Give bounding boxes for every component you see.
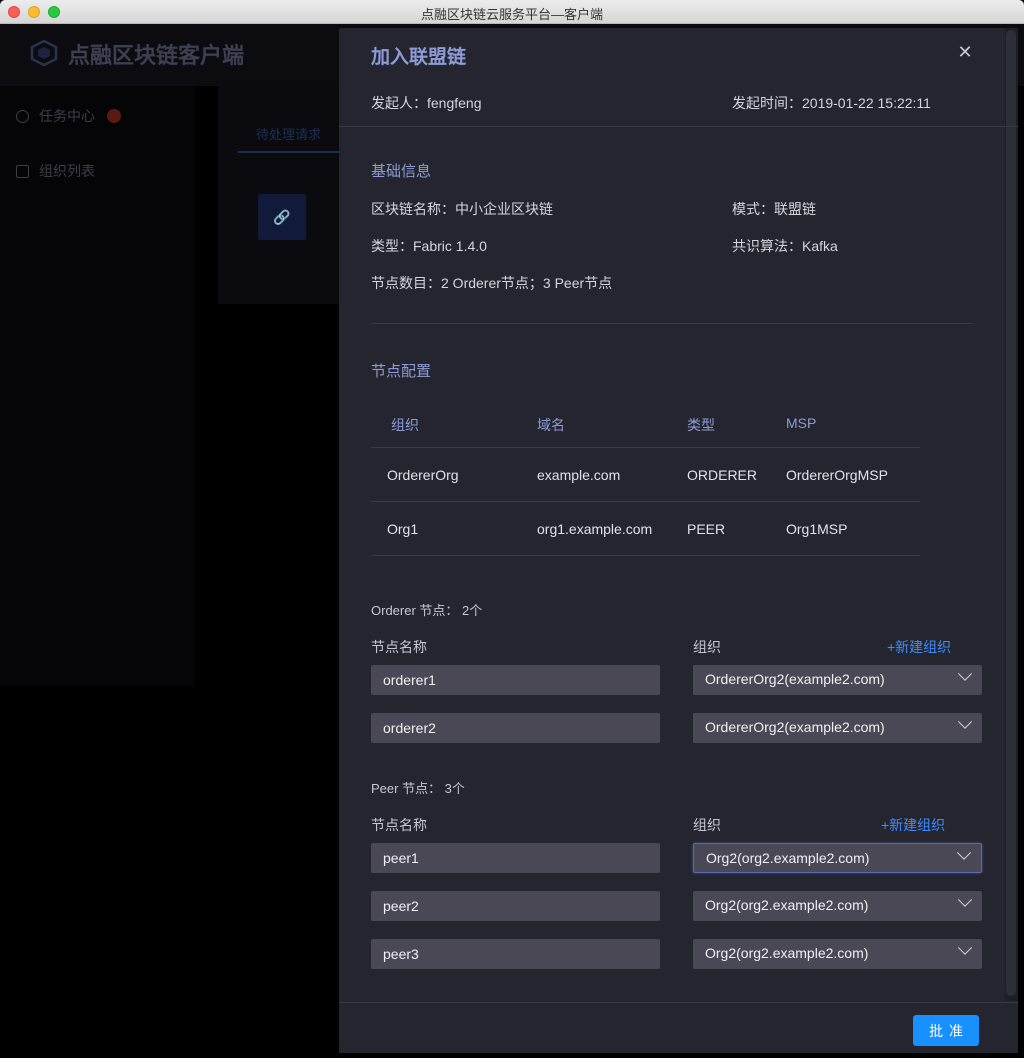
chain-mode: 模式：联盟链 [732,201,816,217]
sidebar-item-orgs[interactable]: 组织列表 [16,161,95,181]
consensus: 共识算法：Kafka [732,238,838,254]
table-cell: Org1MSP [786,521,848,537]
drawer-title: 加入联盟链 [371,47,467,68]
peer1-name-input[interactable]: peer1 [371,843,660,873]
table-cell: OrdererOrgMSP [786,467,888,483]
divider [371,323,972,324]
initiated-time: 发起时间：2019-01-22 15:22:11 [732,95,931,111]
approve-button[interactable]: 批准 [913,1015,979,1046]
orderer2-org-select[interactable]: OrdererOrg2(example2.com) [693,713,982,743]
select-value: Org2(org2.example2.com) [705,897,869,913]
section-basic-info: 基础信息 [371,163,432,180]
chain-type: 类型：Fabric 1.4.0 [371,238,487,254]
column-header: 域名 [537,417,565,433]
sidebar-item-tasks[interactable]: 任务中心 [16,106,121,126]
drawer-footer: 批准 [339,1002,1018,1053]
sidebar-item-label: 任务中心 [39,108,95,124]
chevron-down-icon [957,666,973,681]
logo-icon [30,40,58,66]
tab-pending-requests[interactable]: 待处理请求 [238,124,348,153]
chevron-down-icon [956,845,972,860]
org-table: 组织 域名 类型 MSP OrdererOrg example.com ORDE… [371,396,920,556]
orderer-org-label: 组织 [693,639,721,655]
peer3-name-input[interactable]: peer3 [371,939,660,969]
peer1-org-select[interactable]: Org2(org2.example2.com) [693,843,982,873]
table-cell: example.com [537,467,621,483]
table-cell: PEER [687,521,726,537]
table-header: 组织 域名 类型 MSP [371,396,920,448]
join-consortium-drawer: 加入联盟链 ✕ 发起人：fengfeng 发起时间：2019-01-22 15:… [339,28,1018,1053]
chevron-down-icon [957,892,973,907]
column-header: 组织 [391,417,419,433]
chevron-down-icon [957,714,973,729]
node-count: 节点数目：2 Orderer节点；3 Peer节点 [371,275,613,291]
link-button[interactable]: 🔗 [258,194,306,240]
chain-name: 区块链名称：中小企业区块链 [371,201,553,217]
table-cell: OrdererOrg [387,467,459,483]
peer2-name-input[interactable]: peer2 [371,891,660,921]
add-peer-org-button[interactable]: +新建组织 [881,815,945,835]
app-name: 点融区块链客户端 [68,43,245,68]
table-cell: org1.example.com [537,521,653,537]
list-icon [16,164,29,178]
column-header: MSP [786,415,817,431]
initiator: 发起人：fengfeng [371,95,482,111]
column-header: 类型 [687,417,715,433]
peer-org-label: 组织 [693,817,721,833]
select-value: Org2(org2.example2.com) [706,850,870,866]
peer2-org-select[interactable]: Org2(org2.example2.com) [693,891,982,921]
peer-name-label: 节点名称 [371,817,427,833]
app-background: 点融区块链客户端 任务中心 组织列表 待处理请求 🔗 加入联盟链 ✕ 发起人：f… [0,24,1024,1058]
link-icon: 🔗 [273,209,291,225]
notification-badge [107,109,121,123]
drawer-header: 加入联盟链 ✕ 发起人：fengfeng 发起时间：2019-01-22 15:… [339,28,1018,127]
check-circle-icon [16,109,29,123]
orderer-count: Orderer 节点： 2个 [371,603,483,618]
peer3-org-select[interactable]: Org2(org2.example2.com) [693,939,982,969]
scrollbar-thumb[interactable] [1006,30,1016,996]
orderer1-name-input[interactable]: orderer1 [371,665,660,695]
section-node-config: 节点配置 [371,363,432,380]
add-orderer-org-button[interactable]: +新建组织 [887,637,951,657]
close-icon[interactable]: ✕ [955,42,975,62]
orderer1-org-select[interactable]: OrdererOrg2(example2.com) [693,665,982,695]
window-titlebar: 点融区块链云服务平台—客户端 [0,0,1024,24]
orderer-name-label: 节点名称 [371,639,427,655]
table-cell: Org1 [387,521,419,537]
table-row: Org1 org1.example.com PEER Org1MSP [371,502,920,556]
orderer2-name-input[interactable]: orderer2 [371,713,660,743]
select-value: OrdererOrg2(example2.com) [705,719,885,735]
peer-count: Peer 节点： 3个 [371,781,465,796]
sidebar: 任务中心 组织列表 [0,86,195,686]
table-row: OrdererOrg example.com ORDERER OrdererOr… [371,448,920,502]
table-cell: ORDERER [687,467,758,483]
select-value: OrdererOrg2(example2.com) [705,671,885,687]
chevron-down-icon [957,940,973,955]
window-title: 点融区块链云服务平台—客户端 [420,7,603,22]
select-value: Org2(org2.example2.com) [705,945,869,961]
sidebar-item-label: 组织列表 [39,163,95,179]
